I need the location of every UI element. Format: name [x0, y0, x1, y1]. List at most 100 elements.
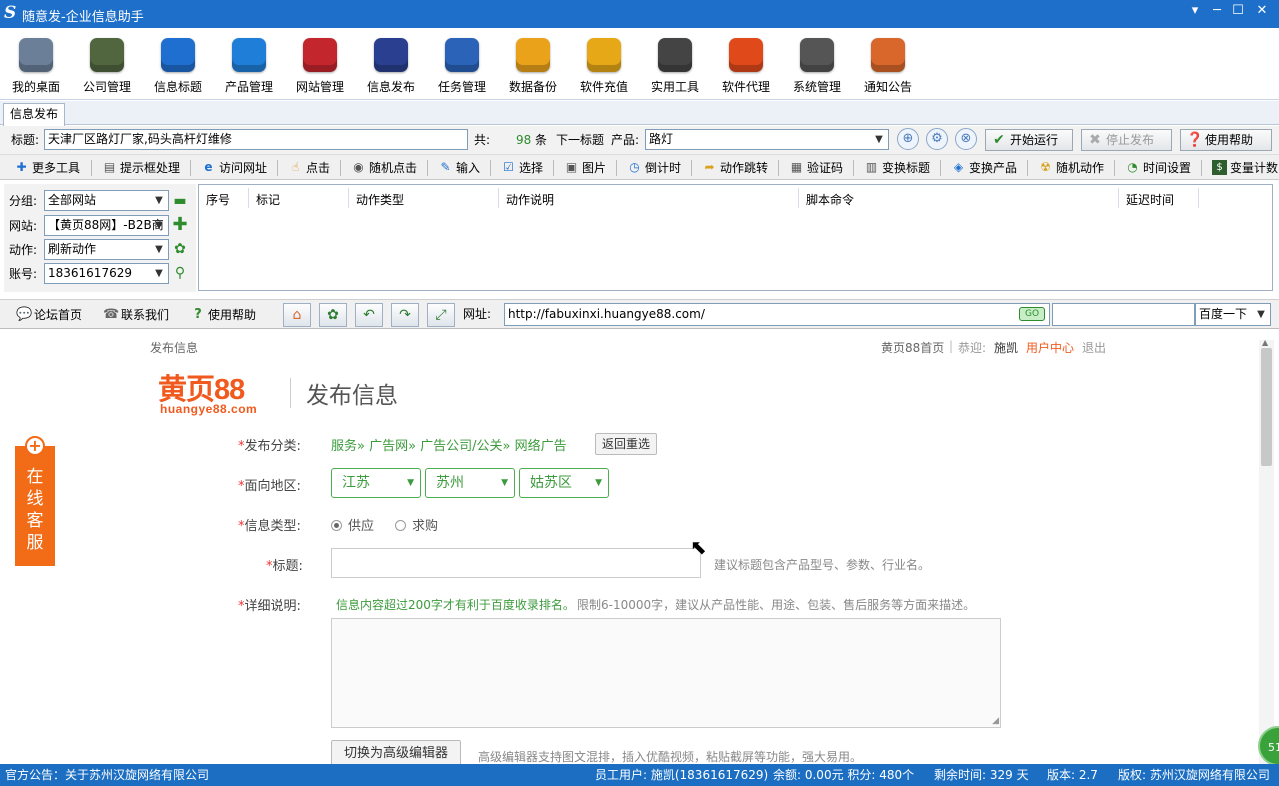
logout-link[interactable]: 退出 — [1082, 339, 1106, 356]
product-select[interactable]: 路灯 ▼ — [645, 129, 889, 150]
go-icon[interactable]: GO — [1019, 307, 1045, 321]
province-select[interactable]: 江苏 ▼ — [331, 468, 421, 498]
reselect-button[interactable]: 返回重选 — [595, 433, 658, 455]
app-logo-icon: S — [4, 3, 17, 23]
url-input[interactable]: http://fabuxinxi.huangye88.com/GO — [504, 303, 1050, 326]
title-hint: 建议标题包含产品型号、参数、行业名。 — [714, 558, 931, 572]
nav-help-link[interactable]: ? 使用帮助 — [190, 306, 256, 324]
home-button[interactable]: ⌂ — [283, 303, 311, 327]
fullscreen-button[interactable]: ⤢ — [427, 303, 455, 327]
tool-countdown[interactable]: ◷ 倒计时 — [625, 158, 681, 178]
ribbon-desktop[interactable]: 我的桌面 — [5, 34, 67, 98]
action-grid[interactable]: 序号 标记 动作类型 动作说明 脚本命令 延迟时间 — [198, 184, 1273, 291]
gear-icon — [800, 38, 834, 72]
tool-counter[interactable]: $ 变量计数 — [1210, 158, 1278, 178]
ribbon-system[interactable]: 系统管理 — [786, 34, 848, 98]
chevron-down-icon: ▼ — [155, 195, 163, 206]
close-button[interactable]: ✕ — [1253, 2, 1271, 20]
tools-icon — [658, 38, 692, 72]
maximize-button[interactable]: ☐ — [1229, 2, 1247, 20]
back-button[interactable]: ↶ — [355, 303, 383, 327]
ribbon-backup[interactable]: 数据备份 — [502, 34, 564, 98]
account-select[interactable]: 18361617629 ▼ — [44, 263, 169, 284]
toolbar-divider — [778, 160, 779, 176]
huangye-home-link[interactable]: 黄页88首页 — [881, 339, 944, 356]
detail-textarea[interactable]: ◢ — [331, 618, 1001, 728]
site-select[interactable]: 【黄页88网】-B2B商 ▼ — [44, 215, 169, 236]
ribbon-company[interactable]: 公司管理 — [76, 34, 138, 98]
action-select[interactable]: 刷新动作 ▼ — [44, 239, 169, 260]
web-scrollbar[interactable]: ▲ — [1259, 338, 1274, 764]
advanced-editor-button[interactable]: 切换为高级编辑器 — [331, 740, 462, 764]
tool-image[interactable]: ▣ 图片 — [562, 158, 606, 178]
tool-random-action[interactable]: ☢ 随机动作 — [1036, 158, 1104, 178]
tool-swap-product[interactable]: ◈ 变换产品 — [949, 158, 1017, 178]
search-engine-select[interactable]: 百度一下 ▼ — [1195, 303, 1271, 326]
settings-icon[interactable]: ✿ — [172, 241, 188, 257]
search-icon[interactable]: ⚲ — [172, 265, 188, 281]
title-field[interactable]: 天津厂区路灯厂家,码头高杆灯维修 — [44, 129, 468, 150]
start-run-button[interactable]: ✔ 开始运行 — [985, 129, 1073, 151]
tool-swap-title[interactable]: ▥ 变换标题 — [862, 158, 930, 178]
tool-click[interactable]: ☝ 点击 — [286, 158, 330, 178]
ribbon-publish[interactable]: 信息发布 — [360, 34, 422, 98]
supply-radio[interactable]: 供应 — [331, 515, 374, 534]
help-button[interactable]: ❓ 使用帮助 — [1180, 129, 1272, 151]
huangye88-logo-sub: huangye88.com — [160, 402, 258, 416]
tool-visit-url[interactable]: e 访问网址 — [199, 158, 267, 178]
tab-info-publish[interactable]: 信息发布 — [3, 103, 66, 126]
toolbar-divider — [91, 160, 92, 176]
city-select[interactable]: 苏州 ▼ — [425, 468, 515, 498]
minimize-button[interactable]: ─ — [1208, 2, 1226, 20]
page-title: 发布信息 — [306, 383, 398, 409]
status-bar: 官方公告：关于苏州汉旋网络有限公司 员工用户: 施凯(18361617629) … — [0, 764, 1279, 786]
link-divider: | — [949, 339, 954, 353]
refresh-button[interactable]: ✿ — [319, 303, 347, 327]
account-label: 账号: — [9, 267, 38, 281]
next-title-link[interactable]: 下一标题 — [556, 130, 604, 150]
tool-more-tools[interactable]: ✚ 更多工具 — [12, 158, 80, 178]
username[interactable]: 施凯 — [994, 339, 1018, 356]
stop-publish-button[interactable]: ✖ 停止发布 — [1081, 129, 1172, 151]
demand-radio[interactable]: 求购 — [395, 515, 438, 534]
add-icon[interactable]: ✚ — [172, 216, 188, 234]
toolbar-divider — [490, 160, 491, 176]
tool-captcha[interactable]: ▦ 验证码 — [787, 158, 843, 178]
scrollbar-thumb[interactable] — [1261, 348, 1272, 466]
online-service-widget[interactable]: + 在 线 客 服 — [15, 436, 55, 566]
forward-button[interactable]: ↷ — [391, 303, 419, 327]
ribbon-tools[interactable]: 实用工具 — [644, 34, 706, 98]
add-circle-icon[interactable]: ⊕ — [897, 128, 919, 150]
chart-circle-icon[interactable]: ⊗ — [955, 128, 977, 150]
toolbar-divider — [553, 160, 554, 176]
status-notice[interactable]: 官方公告：关于苏州汉旋网络有限公司 — [5, 764, 209, 786]
help-icon: ❓ — [1186, 132, 1204, 148]
folder-icon[interactable]: ▬ — [172, 193, 188, 209]
ribbon-product[interactable]: 产品管理 — [218, 34, 280, 98]
tool-dialog[interactable]: ▤ 提示框处理 — [100, 158, 180, 178]
settings-circle-icon[interactable]: ⚙ — [926, 128, 948, 150]
user-center-link[interactable]: 用户中心 — [1026, 339, 1074, 356]
tool-time-settings[interactable]: ◔ 时间设置 — [1123, 158, 1191, 178]
ribbon-agent[interactable]: 软件代理 — [715, 34, 777, 98]
district-select[interactable]: 姑苏区 ▼ — [519, 468, 609, 498]
ribbon-website[interactable]: 网站管理 — [289, 34, 351, 98]
ribbon-info-title[interactable]: 信息标题 — [147, 34, 209, 98]
scroll-up-icon[interactable]: ▲ — [1262, 338, 1268, 347]
ribbon-notice[interactable]: 通知公告 — [857, 34, 919, 98]
ribbon-task[interactable]: 任务管理 — [431, 34, 493, 98]
tool-random-click[interactable]: ◉ 随机点击 — [349, 158, 417, 178]
contact-us-link[interactable]: ☎ 联系我们 — [103, 306, 169, 324]
tool-action-jump[interactable]: ➦ 动作跳转 — [700, 158, 768, 178]
group-select[interactable]: 全部网站 ▼ — [44, 190, 169, 211]
menu-dropdown-icon[interactable]: ▾ — [1186, 2, 1204, 20]
tool-select[interactable]: ☑ 选择 — [499, 158, 543, 178]
resize-handle-icon[interactable]: ◢ — [992, 716, 999, 726]
search-input[interactable] — [1052, 303, 1195, 326]
title-bar: S 随意发-企业信息助手 ▾ ─ ☐ ✕ — [0, 0, 1279, 28]
mouse-cursor-icon: ⬉ — [690, 535, 707, 559]
ribbon-recharge[interactable]: 软件充值 — [573, 34, 635, 98]
tool-input[interactable]: ✎ 输入 — [436, 158, 480, 178]
forum-home-link[interactable]: 💬 论坛首页 — [16, 306, 82, 324]
title-input[interactable] — [331, 548, 701, 578]
